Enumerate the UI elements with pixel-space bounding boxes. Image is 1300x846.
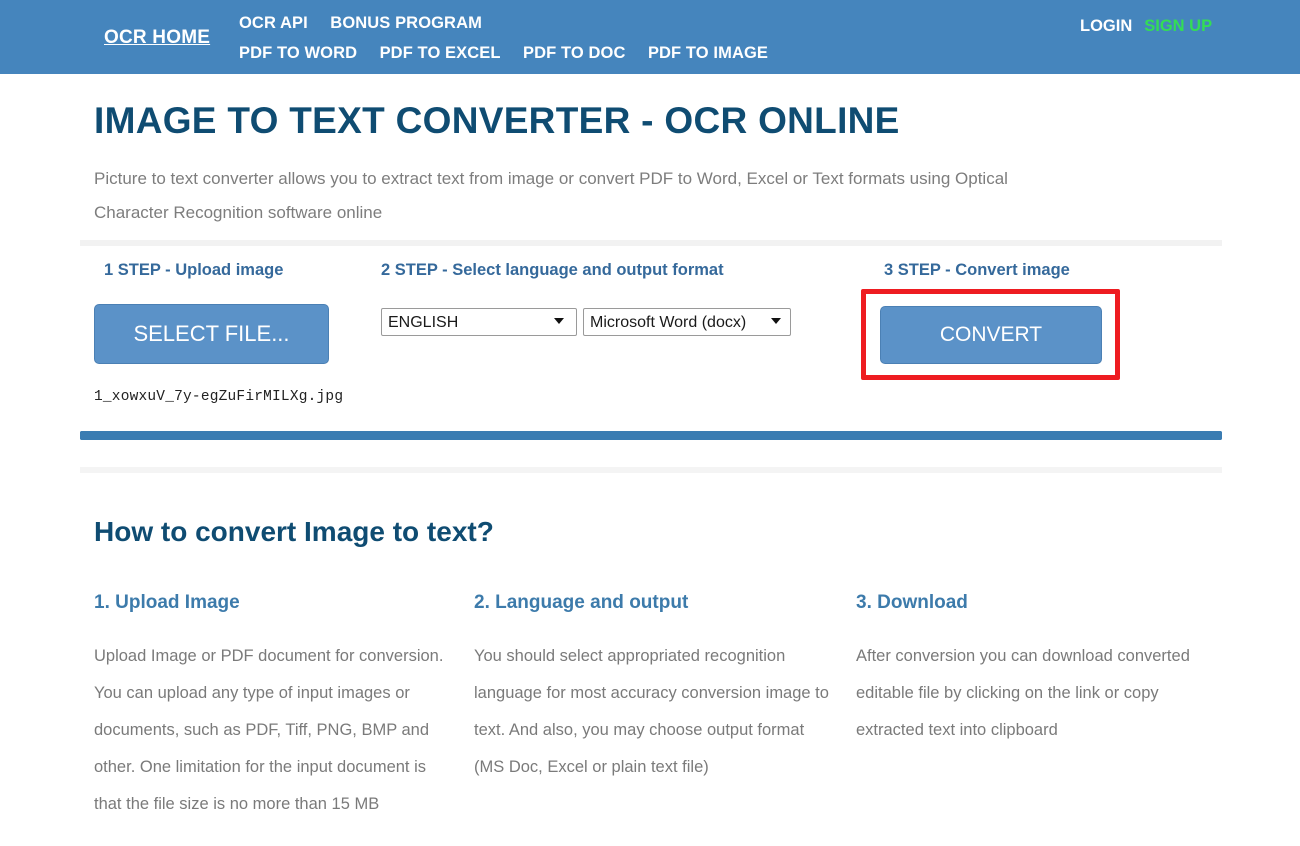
step-3-label: 3 STEP - Convert image (884, 261, 1070, 279)
conversion-progress-fill (80, 431, 1222, 440)
howto-column-upload: 1. Upload Image Upload Image or PDF docu… (94, 592, 449, 823)
page-title: IMAGE TO TEXT CONVERTER - OCR ONLINE (94, 100, 900, 141)
howto-column-language: 2. Language and output You should select… (474, 592, 829, 786)
nav-account-group: LOGIN SIGN UP (1080, 11, 1222, 42)
nav-brand-ocr-home[interactable]: OCR HOME (104, 27, 210, 49)
top-navigation-bar: OCR HOME OCR API BONUS PROGRAM PDF TO WO… (0, 0, 1300, 74)
select-file-button[interactable]: SELECT FILE... (94, 304, 329, 364)
login-link[interactable]: LOGIN (1080, 17, 1132, 35)
nav-row-primary: OCR API BONUS PROGRAM (239, 11, 939, 36)
uploaded-file-name: 1_xowxuV_7y-egZuFirMILXg.jpg (94, 389, 344, 405)
howto-body-2: You should select appropriated recogniti… (474, 647, 829, 776)
nav-link-pdf-to-doc[interactable]: PDF TO DOC (523, 41, 625, 65)
nav-links-group: OCR API BONUS PROGRAM PDF TO WORD PDF TO… (239, 11, 939, 66)
howto-body-1: Upload Image or PDF document for convers… (94, 647, 444, 813)
howto-heading-3: 3. Download (856, 592, 968, 613)
nav-link-pdf-to-excel[interactable]: PDF TO EXCEL (380, 41, 501, 65)
howto-column-download: 3. Download After conversion you can dow… (856, 592, 1226, 749)
howto-heading-2: 2. Language and output (474, 592, 689, 613)
conversion-progress-bar (80, 431, 1222, 440)
howto-section-title: How to convert Image to text? (94, 516, 494, 547)
howto-body-3: After conversion you can download conver… (856, 647, 1190, 739)
divider-above-steps (80, 240, 1222, 246)
divider-below-progress (80, 467, 1222, 473)
nav-link-bonus-program[interactable]: BONUS PROGRAM (330, 11, 482, 35)
step-2-label: 2 STEP - Select language and output form… (381, 261, 724, 279)
nav-link-ocr-api[interactable]: OCR API (239, 11, 308, 35)
howto-heading-1: 1. Upload Image (94, 592, 240, 613)
step-1-label: 1 STEP - Upload image (104, 261, 284, 279)
signup-link[interactable]: SIGN UP (1144, 17, 1212, 35)
output-format-select[interactable]: Microsoft Word (docx) (583, 308, 791, 336)
convert-button[interactable]: CONVERT (880, 306, 1102, 364)
nav-row-secondary: PDF TO WORD PDF TO EXCEL PDF TO DOC PDF … (239, 41, 939, 66)
nav-link-pdf-to-image[interactable]: PDF TO IMAGE (648, 41, 768, 65)
language-select[interactable]: ENGLISH (381, 308, 577, 336)
page-subtitle: Picture to text converter allows you to … (94, 169, 1008, 222)
nav-link-pdf-to-word[interactable]: PDF TO WORD (239, 41, 357, 65)
